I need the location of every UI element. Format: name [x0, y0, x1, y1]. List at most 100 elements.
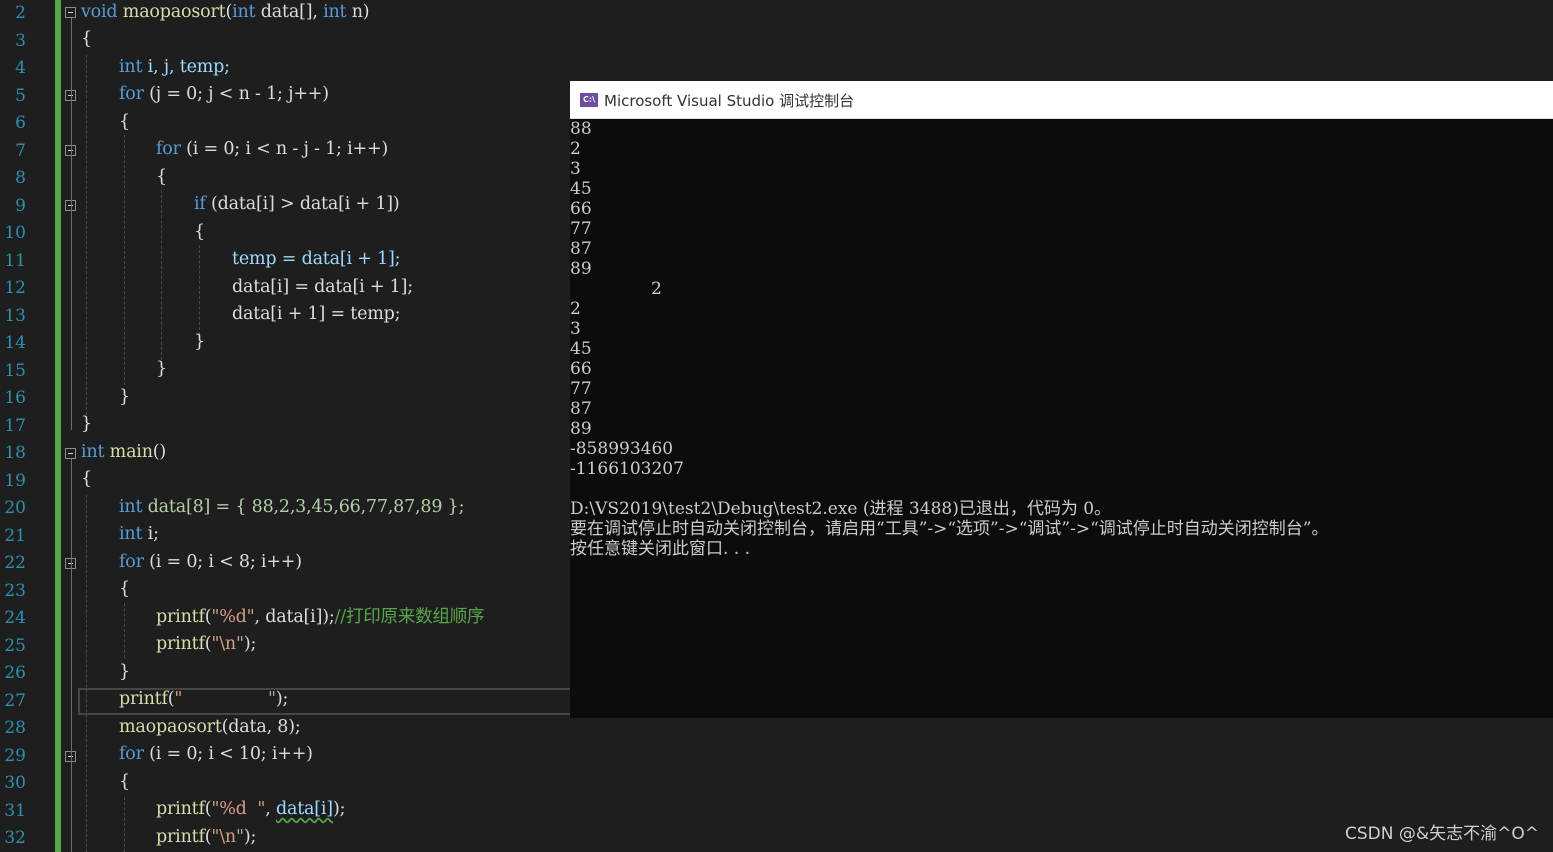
code-text: (j = 0; j < n - 1; j++) — [143, 84, 329, 104]
code-line-21[interactable]: int i; — [119, 521, 159, 548]
console-line: 2 — [570, 279, 662, 299]
line-number: 13 — [4, 305, 26, 326]
console-line: 88 — [570, 119, 592, 139]
code-text: , data[i]); — [254, 607, 335, 627]
code-line-15[interactable]: } — [156, 356, 167, 383]
collapse-icon[interactable] — [65, 448, 76, 459]
code-line-22[interactable]: for (i = 0; i < 8; i++) — [119, 549, 302, 576]
line-number: 23 — [4, 580, 26, 601]
indent-guide — [124, 797, 125, 852]
code-line-13[interactable]: data[i + 1] = temp; — [232, 301, 401, 328]
indent-guide — [86, 495, 87, 852]
string-literal: "\n" — [211, 827, 244, 847]
keyword: for — [119, 552, 144, 572]
code-line-19[interactable]: { — [81, 466, 92, 493]
code-line-30[interactable]: { — [119, 769, 130, 796]
fold-guide — [71, 459, 72, 852]
line-number: 29 — [4, 745, 26, 766]
code-line-14[interactable]: } — [194, 329, 205, 356]
code-line-26[interactable]: } — [119, 659, 130, 686]
console-line: 2 — [570, 139, 581, 159]
line-number: 27 — [4, 690, 26, 711]
code-line-31[interactable]: printf("%d ", data[i]); — [156, 796, 345, 823]
code-line-24[interactable]: printf("%d", data[i]);//打印原来数组顺序 — [156, 604, 485, 631]
code-line-6[interactable]: { — [119, 109, 130, 136]
code-line-18[interactable]: int main() — [81, 439, 166, 466]
console-line: 要在调试停止时自动关闭控制台，请启用“工具”->“选项”->“调试”->“调试停… — [570, 519, 1329, 539]
line-number: 19 — [4, 470, 26, 491]
keyword: int — [119, 497, 143, 517]
code-text: () — [152, 442, 167, 462]
console-line: 45 — [570, 339, 592, 359]
console-output[interactable]: 88 2 3 45 66 77 87 89 2 2 3 45 66 77 87 89 -858993460 -1… — [570, 119, 1553, 559]
console-title-bar[interactable]: C:\ Microsoft Visual Studio 调试控制台 — [570, 81, 1553, 119]
code-text: data[8] = { 88,2,3,45,66,77,87,89 }; — [142, 497, 465, 517]
collapse-icon[interactable] — [65, 7, 76, 18]
code-line-27[interactable]: printf(" "); — [119, 686, 288, 713]
code-text: , — [265, 799, 276, 819]
code-line-17[interactable]: } — [81, 411, 92, 438]
code-text: ); — [243, 827, 257, 847]
code-line-12[interactable]: data[i] = data[i + 1]; — [232, 274, 413, 301]
console-line: 77 — [570, 219, 592, 239]
function-name: main — [104, 442, 153, 462]
function-name: printf — [119, 689, 168, 709]
code-line-16[interactable]: } — [119, 384, 130, 411]
code-line-10[interactable]: { — [194, 219, 205, 246]
debug-console-window[interactable]: C:\ Microsoft Visual Studio 调试控制台 88 2 3 45… — [570, 81, 1553, 718]
code-line-5[interactable]: for (j = 0; j < n - 1; j++) — [119, 81, 329, 108]
line-number: 26 — [4, 663, 26, 683]
keyword: int — [232, 2, 256, 22]
console-line: 66 — [570, 359, 592, 379]
string-literal: "\n" — [211, 634, 244, 654]
line-number: 4 — [15, 58, 26, 78]
keyword: int — [323, 2, 347, 22]
change-indicator-bar — [55, 0, 61, 852]
code-line-23[interactable]: { — [119, 576, 130, 603]
line-number: 6 — [15, 113, 26, 133]
fold-guide — [71, 18, 72, 430]
code-line-28[interactable]: maopaosort(data, 8); — [119, 714, 301, 741]
code-text: (i = 0; i < 8; i++) — [143, 552, 302, 572]
line-number-gutter: 2 3 4 5 6 7 8 9 10 11 12 13 14 15 16 17 18 19 20 21 22 23 24 25… — [0, 0, 55, 852]
console-line: 2 — [570, 299, 581, 319]
string-literal: " " — [174, 689, 276, 709]
console-line: 87 — [570, 239, 592, 259]
code-line-29[interactable]: for (i = 0; i < 10; i++) — [119, 741, 313, 768]
keyword: for — [156, 139, 181, 159]
line-number: 25 — [4, 635, 26, 656]
code-line-8[interactable]: { — [156, 164, 167, 191]
code-line-20[interactable]: int data[8] = { 88,2,3,45,66,77,87,89 }; — [119, 494, 464, 521]
code-line-11[interactable]: temp = data[i + 1]; — [232, 246, 401, 273]
console-line: -858993460 — [570, 439, 674, 459]
line-number: 3 — [15, 30, 26, 51]
code-line-7[interactable]: for (i = 0; i < n - j - 1; i++) — [156, 136, 388, 163]
console-line: D:\VS2019\test2\Debug\test2.exe (进程 3488… — [570, 499, 1112, 519]
function-name: printf — [156, 827, 205, 847]
code-line-9[interactable]: if (data[i] > data[i + 1]) — [194, 191, 400, 218]
code-text: data[], — [255, 2, 324, 22]
line-number: 9 — [15, 195, 26, 216]
code-line-2[interactable]: void maopaosort(int data[], int n) — [81, 0, 370, 26]
line-number: 11 — [4, 250, 26, 271]
code-line-4[interactable]: int i, j, temp; — [119, 54, 230, 81]
line-number: 15 — [4, 360, 26, 381]
code-text: i, j, temp; — [142, 57, 230, 77]
keyword: void — [81, 2, 118, 22]
console-line: 66 — [570, 199, 592, 219]
console-line: 89 — [570, 259, 592, 279]
warning-squiggle[interactable]: data[i] — [276, 799, 333, 819]
line-number: 20 — [4, 498, 26, 518]
console-app-icon: C:\ — [580, 93, 598, 107]
code-line-25[interactable]: printf("\n"); — [156, 631, 256, 658]
console-line: 77 — [570, 379, 592, 399]
code-line-32[interactable]: printf("\n"); — [156, 824, 256, 851]
code-line-3[interactable]: { — [81, 26, 92, 53]
console-line: 3 — [570, 159, 581, 179]
line-number: 18 — [4, 443, 26, 463]
console-line: 87 — [570, 399, 592, 419]
code-text: n) — [346, 2, 370, 22]
line-number: 32 — [4, 828, 26, 848]
code-text: ); — [332, 799, 346, 819]
keyword: int — [119, 524, 143, 544]
